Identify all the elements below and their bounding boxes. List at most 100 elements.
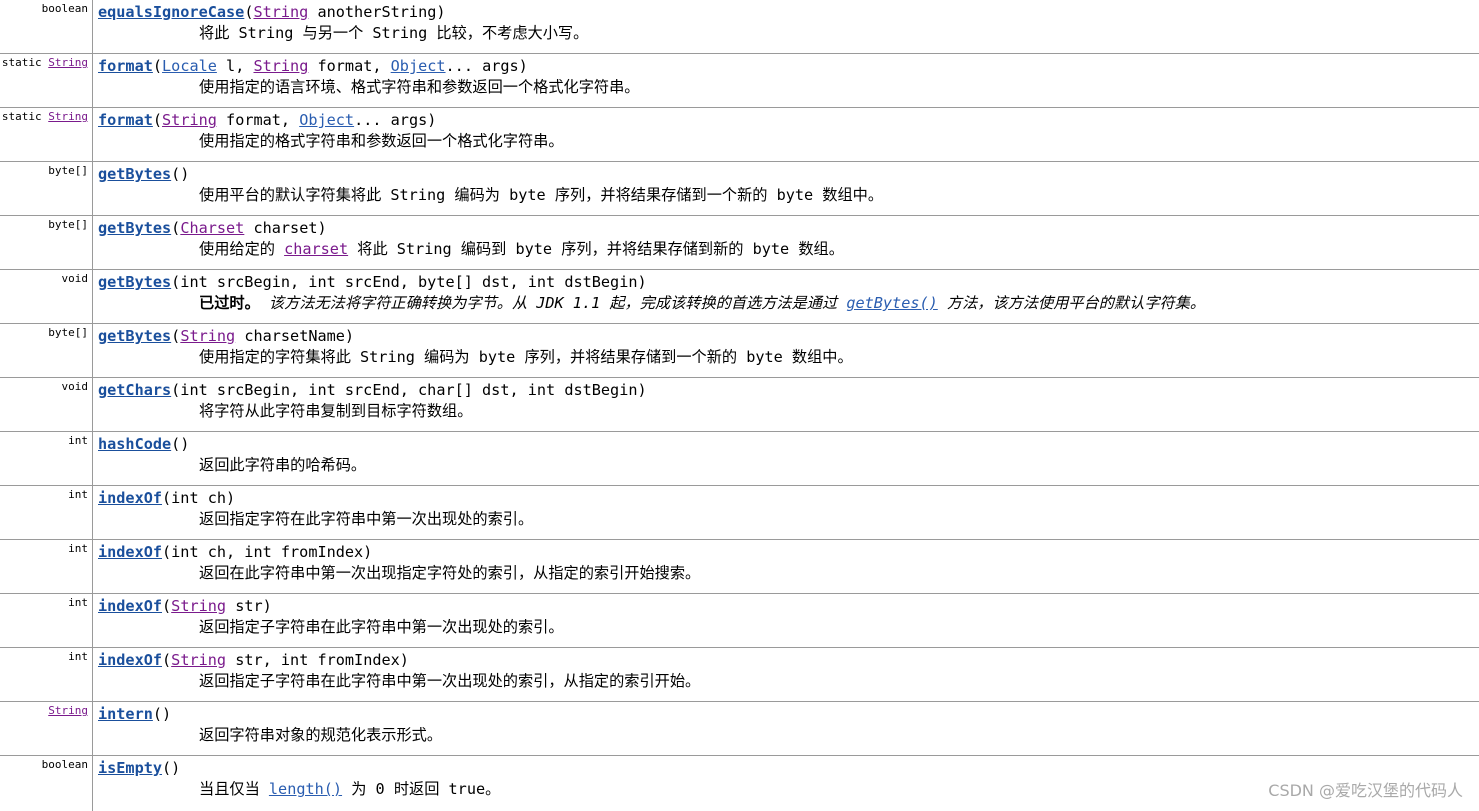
modifier-cell: byte[] <box>0 324 93 377</box>
modifier-cell: int <box>0 540 93 593</box>
modifier-cell: String <box>0 702 93 755</box>
table-row: int indexOf(String str, int fromIndex) 返… <box>0 648 1479 702</box>
modifier-cell: void <box>0 378 93 431</box>
method-name-link[interactable]: indexOf <box>98 543 162 561</box>
method-description: 返回在此字符串中第一次出现指定字符处的索引，从指定的索引开始搜索。 <box>199 564 701 582</box>
modifier-cell: static String <box>0 108 93 161</box>
modifier-cell: int <box>0 594 93 647</box>
signature-cell: format(String format, Object... args) 使用… <box>98 108 1479 161</box>
method-name-link[interactable]: getBytes <box>98 219 171 237</box>
method-signature: getBytes(int srcBegin, int srcEnd, byte[… <box>98 273 647 291</box>
return-type: int <box>68 596 88 609</box>
type-link[interactable]: Object <box>299 111 354 129</box>
signature-cell: indexOf(int ch, int fromIndex) 返回在此字符串中第… <box>98 540 1479 593</box>
return-type-link[interactable]: String <box>48 704 88 717</box>
method-name-link[interactable]: equalsIgnoreCase <box>98 3 244 21</box>
signature-cell: getBytes() 使用平台的默认字符集将此 String 编码为 byte … <box>98 162 1479 215</box>
table-row: static String format(String format, Obje… <box>0 108 1479 162</box>
method-name-link[interactable]: indexOf <box>98 489 162 507</box>
table-row: byte[] getBytes(Charset charset) 使用给定的 c… <box>0 216 1479 270</box>
type-link[interactable]: Object <box>391 57 446 75</box>
method-name-link[interactable]: getBytes <box>98 273 171 291</box>
signature-cell: hashCode() 返回此字符串的哈希码。 <box>98 432 1479 485</box>
table-row: boolean equalsIgnoreCase(String anotherS… <box>0 0 1479 54</box>
static-keyword: static <box>1 56 49 69</box>
table-row: byte[] getBytes() 使用平台的默认字符集将此 String 编码… <box>0 162 1479 216</box>
method-name-link[interactable]: intern <box>98 705 153 723</box>
type-link[interactable]: String <box>171 651 226 669</box>
method-name-link[interactable]: getBytes <box>98 327 171 345</box>
method-name-link[interactable]: indexOf <box>98 651 162 669</box>
signature-cell: intern() 返回字符串对象的规范化表示形式。 <box>98 702 1479 755</box>
modifier-cell: static String <box>0 54 93 107</box>
signature-cell: indexOf(String str, int fromIndex) 返回指定子… <box>98 648 1479 701</box>
method-signature: getChars(int srcBegin, int srcEnd, char[… <box>98 381 647 399</box>
table-row: int indexOf(int ch, int fromIndex) 返回在此字… <box>0 540 1479 594</box>
method-description: 使用平台的默认字符集将此 String 编码为 byte 序列，并将结果存储到一… <box>199 186 884 204</box>
method-signature: hashCode() <box>98 435 190 453</box>
method-signature: format(String format, Object... args) <box>98 111 437 129</box>
method-signature: format(Locale l, String format, Object..… <box>98 57 528 75</box>
return-type: void <box>61 380 89 393</box>
table-row: String intern() 返回字符串对象的规范化表示形式。 <box>0 702 1479 756</box>
method-signature: equalsIgnoreCase(String anotherString) <box>98 3 446 21</box>
return-type-link[interactable]: String <box>48 56 88 69</box>
method-name-link[interactable]: getChars <box>98 381 171 399</box>
method-name-link[interactable]: isEmpty <box>98 759 162 777</box>
return-type: int <box>68 434 88 447</box>
modifier-cell: byte[] <box>0 216 93 269</box>
modifier-cell: void <box>0 270 93 323</box>
table-row: void getBytes(int srcBegin, int srcEnd, … <box>0 270 1479 324</box>
type-link[interactable]: Charset <box>180 219 244 237</box>
return-type: boolean <box>41 2 88 15</box>
method-name-link[interactable]: format <box>98 111 153 129</box>
type-link[interactable]: String <box>180 327 235 345</box>
table-row: void getChars(int srcBegin, int srcEnd, … <box>0 378 1479 432</box>
signature-cell: getBytes(Charset charset) 使用给定的 charset … <box>98 216 1479 269</box>
return-type: byte[] <box>48 326 88 339</box>
return-type-link[interactable]: String <box>48 110 88 123</box>
charset-link[interactable]: charset <box>284 240 348 258</box>
type-link[interactable]: String <box>253 57 308 75</box>
method-signature: intern() <box>98 705 172 723</box>
method-signature: indexOf(String str) <box>98 597 272 615</box>
return-type: int <box>68 650 88 663</box>
type-link[interactable]: Locale <box>162 57 217 75</box>
deprecated-label: 已过时。 <box>199 294 260 312</box>
length-link[interactable]: length() <box>269 780 342 798</box>
method-name-link[interactable]: format <box>98 57 153 75</box>
method-description: 返回指定字符在此字符串中第一次出现处的索引。 <box>199 510 534 528</box>
method-signature: getBytes(String charsetName) <box>98 327 355 345</box>
method-name-link[interactable]: getBytes <box>98 165 171 183</box>
modifier-cell: boolean <box>0 756 93 811</box>
signature-cell: getBytes(int srcBegin, int srcEnd, byte[… <box>98 270 1479 323</box>
method-description: 返回字符串对象的规范化表示形式。 <box>199 726 442 744</box>
return-type: int <box>68 542 88 555</box>
method-description: 使用指定的字符集将此 String 编码为 byte 序列，并将结果存储到一个新… <box>199 348 853 366</box>
signature-cell: equalsIgnoreCase(String anotherString) 将… <box>98 0 1479 53</box>
watermark: CSDN @爱吃汉堡的代码人 <box>1268 781 1463 800</box>
method-name-link[interactable]: hashCode <box>98 435 171 453</box>
type-link[interactable]: String <box>171 597 226 615</box>
table-row: byte[] getBytes(String charsetName) 使用指定… <box>0 324 1479 378</box>
method-description: 使用指定的语言环境、格式字符串和参数返回一个格式化字符串。 <box>199 78 640 96</box>
type-link[interactable]: String <box>162 111 217 129</box>
method-description: 使用指定的格式字符串和参数返回一个格式化字符串。 <box>199 132 564 150</box>
table-row: int indexOf(String str) 返回指定子字符串在此字符串中第一… <box>0 594 1479 648</box>
method-name-link[interactable]: indexOf <box>98 597 162 615</box>
modifier-cell: boolean <box>0 0 93 53</box>
getbytes-link[interactable]: getBytes() <box>846 294 937 312</box>
modifier-cell: int <box>0 432 93 485</box>
modifier-cell: int <box>0 648 93 701</box>
method-signature: indexOf(String str, int fromIndex) <box>98 651 409 669</box>
signature-cell: format(Locale l, String format, Object..… <box>98 54 1479 107</box>
method-description: 当且仅当 length() 为 0 时返回 true。 <box>199 780 501 798</box>
method-description: 返回此字符串的哈希码。 <box>199 456 367 474</box>
type-link[interactable]: String <box>253 3 308 21</box>
method-description: 已过时。 该方法无法将字符正确转换为字节。从 JDK 1.1 起，完成该转换的首… <box>199 294 1206 312</box>
signature-cell: getChars(int srcBegin, int srcEnd, char[… <box>98 378 1479 431</box>
method-signature: getBytes(Charset charset) <box>98 219 327 237</box>
table-row: boolean isEmpty() 当且仅当 length() 为 0 时返回 … <box>0 756 1479 811</box>
method-signature: indexOf(int ch, int fromIndex) <box>98 543 373 561</box>
method-description: 使用给定的 charset 将此 String 编码到 byte 序列，并将结果… <box>199 240 844 258</box>
